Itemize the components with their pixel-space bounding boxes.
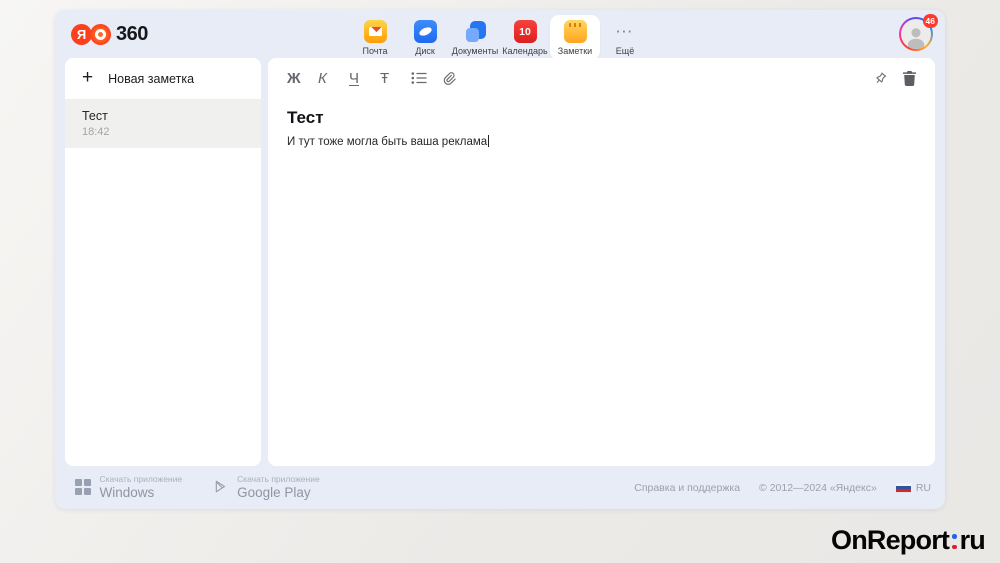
note-item-title: Тест (82, 109, 244, 123)
editor-toolbar: Ж К Ч Ŧ (268, 58, 935, 98)
underline-button[interactable]: Ч (349, 71, 380, 86)
note-item-time: 18:42 (82, 126, 244, 138)
yandex-360-logo[interactable]: Я 360 (71, 23, 148, 46)
documents-icon (464, 20, 487, 43)
nav-item-disk[interactable]: Диск (400, 15, 450, 60)
plus-icon: + (82, 68, 93, 87)
support-link[interactable]: Справка и поддержка (634, 482, 740, 494)
nav-label-disk: Диск (415, 46, 435, 56)
copyright-text: © 2012—2024 «Яндекс» (759, 482, 877, 494)
nav-item-more[interactable]: ··· Ещё (600, 15, 650, 60)
services-nav: Почта Диск Документы 10 Календарь Заметк… (350, 15, 650, 60)
360-ring-icon (90, 24, 111, 45)
header: Я 360 Почта Диск Документы 10 Календарь (55, 10, 945, 58)
footer: Скачать приложение Windows Скачать прило… (55, 466, 945, 509)
watermark-name: OnReport (831, 525, 949, 556)
nav-label-calendar: Календарь (502, 46, 547, 56)
notes-icon (564, 20, 587, 43)
footer-right-group: Справка и поддержка © 2012—2024 «Яндекс»… (634, 466, 931, 509)
attach-button[interactable] (442, 71, 473, 86)
more-dots-icon: ··· (616, 20, 634, 43)
watermark-tld: ru (960, 525, 985, 556)
bullet-list-button[interactable] (411, 71, 442, 85)
italic-button[interactable]: К (318, 71, 349, 86)
note-body-text: И тут тоже могла быть ваша реклама (287, 136, 487, 148)
logo-brand-text: 360 (116, 23, 148, 46)
nav-item-documents[interactable]: Документы (450, 15, 500, 60)
strikethrough-button[interactable]: Ŧ (380, 71, 411, 86)
onreport-watermark: OnReport ru (831, 525, 985, 556)
download-windows-link[interactable]: Скачать приложение Windows (75, 474, 182, 501)
nav-label-mail: Почта (363, 46, 388, 56)
pin-button[interactable] (873, 71, 888, 86)
yandex-logo-icon: Я (71, 24, 92, 45)
notes-sidebar: + Новая заметка Тест 18:42 (65, 58, 261, 466)
new-note-label: Новая заметка (108, 72, 194, 86)
nav-label-documents: Документы (452, 46, 498, 56)
note-editor-panel: Ж К Ч Ŧ (268, 58, 935, 466)
language-selector[interactable]: RU (896, 482, 931, 494)
windows-icon (75, 479, 91, 495)
disk-icon (414, 20, 437, 43)
nav-item-mail[interactable]: Почта (350, 15, 400, 60)
calendar-icon: 10 (514, 20, 537, 43)
nav-item-calendar[interactable]: 10 Календарь (500, 15, 550, 60)
bold-button[interactable]: Ж (287, 71, 318, 86)
nav-label-more: Ещё (616, 46, 634, 56)
note-body[interactable]: И тут тоже могла быть ваша реклама (268, 128, 935, 148)
delete-button[interactable] (903, 71, 916, 86)
nav-item-notes[interactable]: Заметки (550, 15, 600, 60)
google-play-icon (214, 479, 228, 494)
googleplay-name: Google Play (237, 485, 320, 501)
watermark-colon-icon (952, 534, 957, 549)
app-window: Я 360 Почта Диск Документы 10 Календарь (55, 10, 945, 509)
windows-name: Windows (100, 485, 183, 501)
googleplay-caption: Скачать приложение (237, 474, 320, 485)
download-googleplay-link[interactable]: Скачать приложение Google Play (214, 474, 320, 501)
text-caret (488, 135, 489, 147)
nav-label-notes: Заметки (558, 46, 592, 56)
mail-icon (364, 20, 387, 43)
user-avatar[interactable]: 46 (899, 17, 933, 51)
language-code: RU (916, 482, 931, 494)
toolbar-right-group (873, 71, 916, 86)
note-title[interactable]: Тест (268, 98, 935, 128)
notification-badge: 46 (923, 14, 938, 28)
windows-caption: Скачать приложение (100, 474, 183, 485)
new-note-button[interactable]: + Новая заметка (65, 58, 261, 100)
russia-flag-icon (896, 483, 911, 493)
note-list-item[interactable]: Тест 18:42 (65, 100, 261, 148)
footer-app-links: Скачать приложение Windows Скачать прило… (75, 474, 320, 501)
